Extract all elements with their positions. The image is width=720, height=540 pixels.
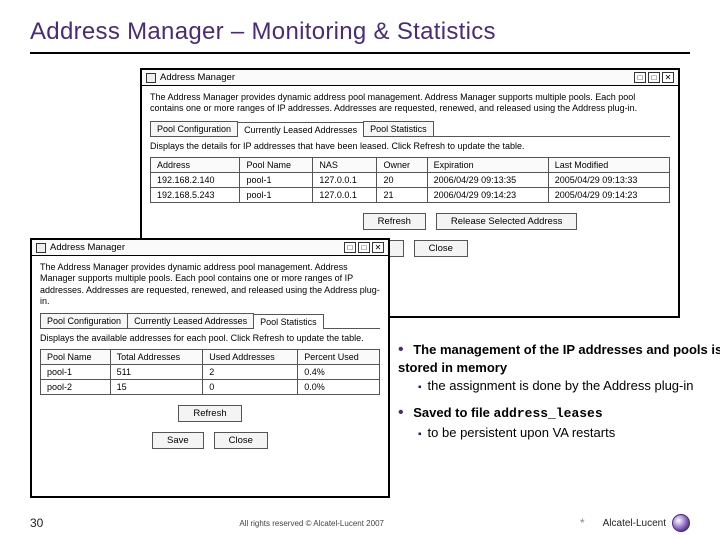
cell: 2005/04/29 09:13:33: [548, 172, 669, 187]
window-maximize-icon[interactable]: □: [358, 242, 370, 253]
window-app-icon: [36, 243, 46, 253]
window-maximize-icon[interactable]: □: [648, 72, 660, 83]
col-address[interactable]: Address: [151, 157, 240, 172]
cell: 21: [377, 187, 427, 202]
col-pool-name[interactable]: Pool Name: [41, 350, 111, 365]
cell: 2006/04/29 09:13:35: [427, 172, 548, 187]
alcatel-lucent-logo-icon: [672, 514, 690, 532]
window-close-icon[interactable]: ✕: [662, 72, 674, 83]
refresh-button[interactable]: Refresh: [363, 213, 426, 230]
cell: 192.168.2.140: [151, 172, 240, 187]
window-title-text: Address Manager: [50, 242, 125, 253]
table-header-row: Pool Name Total Addresses Used Addresses…: [41, 350, 380, 365]
col-expiration[interactable]: Expiration: [427, 157, 548, 172]
save-button[interactable]: Save: [152, 432, 204, 449]
tab-description: Displays the details for IP addresses th…: [150, 141, 670, 151]
tab-pool-statistics[interactable]: Pool Statistics: [253, 314, 324, 329]
bullet-memory: The management of the IP addresses and p…: [398, 340, 720, 395]
tab-pool-statistics[interactable]: Pool Statistics: [363, 121, 434, 136]
cell: pool-2: [41, 380, 111, 395]
bullet-memory-sub: the assignment is done by the Address pl…: [418, 378, 720, 395]
leased-addresses-table: Address Pool Name NAS Owner Expiration L…: [150, 157, 670, 203]
window-resize-icon[interactable]: □: [634, 72, 646, 83]
tab-description: Displays the available addresses for eac…: [40, 333, 380, 343]
window-titlebar[interactable]: Address Manager □ □ ✕: [32, 240, 388, 256]
tab-pool-configuration[interactable]: Pool Configuration: [40, 313, 128, 328]
page-number: 30: [30, 516, 43, 530]
cell: pool-1: [41, 365, 111, 380]
close-button[interactable]: Close: [214, 432, 268, 449]
col-pool-name[interactable]: Pool Name: [240, 157, 313, 172]
window-resize-icon[interactable]: □: [344, 242, 356, 253]
footer-brand-text: Alcatel-Lucent: [603, 518, 666, 529]
cell: 192.168.5.243: [151, 187, 240, 202]
cell: 2006/04/29 09:14:23: [427, 187, 548, 202]
col-owner[interactable]: Owner: [377, 157, 427, 172]
cell: 0: [203, 380, 298, 395]
tab-bar: Pool Configuration Currently Leased Addr…: [150, 121, 670, 137]
cell: 127.0.0.1: [313, 187, 377, 202]
footnote-star-icon: *: [580, 516, 585, 530]
bullet-saved-file: Saved to file address_leases to be persi…: [398, 403, 720, 442]
col-total-addresses[interactable]: Total Addresses: [110, 350, 203, 365]
col-nas[interactable]: NAS: [313, 157, 377, 172]
cell: pool-1: [240, 187, 313, 202]
window-description: The Address Manager provides dynamic add…: [150, 92, 670, 115]
slide-title: Address Manager – Monitoring & Statistic…: [30, 18, 690, 46]
window-close-icon[interactable]: ✕: [372, 242, 384, 253]
cell: 0.4%: [298, 365, 380, 380]
tab-pool-configuration[interactable]: Pool Configuration: [150, 121, 238, 136]
slide-footer: 30 All rights reserved © Alcatel-Lucent …: [0, 514, 720, 532]
window-title-text: Address Manager: [160, 72, 235, 83]
bullet-saved-file-sub: to be persistent upon VA restarts: [418, 425, 720, 442]
title-underline: [30, 52, 690, 54]
cell: 2: [203, 365, 298, 380]
cell: 127.0.0.1: [313, 172, 377, 187]
cell: pool-1: [240, 172, 313, 187]
slide-bullets: The management of the IP addresses and p…: [398, 340, 720, 449]
window-app-icon: [146, 73, 156, 83]
table-header-row: Address Pool Name NAS Owner Expiration L…: [151, 157, 670, 172]
tab-currently-leased[interactable]: Currently Leased Addresses: [237, 122, 364, 137]
cell: 511: [110, 365, 203, 380]
col-percent-used[interactable]: Percent Used: [298, 350, 380, 365]
window-titlebar[interactable]: Address Manager □ □ ✕: [142, 70, 678, 86]
release-address-button[interactable]: Release Selected Address: [436, 213, 577, 230]
table-row[interactable]: 192.168.2.140 pool-1 127.0.0.1 20 2006/0…: [151, 172, 670, 187]
table-row[interactable]: pool-2 15 0 0.0%: [41, 380, 380, 395]
tab-currently-leased[interactable]: Currently Leased Addresses: [127, 313, 254, 328]
table-row[interactable]: 192.168.5.243 pool-1 127.0.0.1 21 2006/0…: [151, 187, 670, 202]
window-pool-statistics: Address Manager □ □ ✕ The Address Manage…: [30, 238, 390, 498]
refresh-button[interactable]: Refresh: [178, 405, 241, 422]
table-row[interactable]: pool-1 511 2 0.4%: [41, 365, 380, 380]
footer-brand: * Alcatel-Lucent: [580, 514, 690, 532]
cell: 15: [110, 380, 203, 395]
pool-statistics-table: Pool Name Total Addresses Used Addresses…: [40, 349, 380, 395]
col-used-addresses[interactable]: Used Addresses: [203, 350, 298, 365]
col-last-modified[interactable]: Last Modified: [548, 157, 669, 172]
footer-copyright: All rights reserved © Alcatel-Lucent 200…: [43, 519, 580, 528]
cell: 2005/04/29 09:14:23: [548, 187, 669, 202]
cell: 20: [377, 172, 427, 187]
window-description: The Address Manager provides dynamic add…: [40, 262, 380, 307]
tab-bar: Pool Configuration Currently Leased Addr…: [40, 313, 380, 329]
close-button[interactable]: Close: [414, 240, 468, 257]
cell: 0.0%: [298, 380, 380, 395]
